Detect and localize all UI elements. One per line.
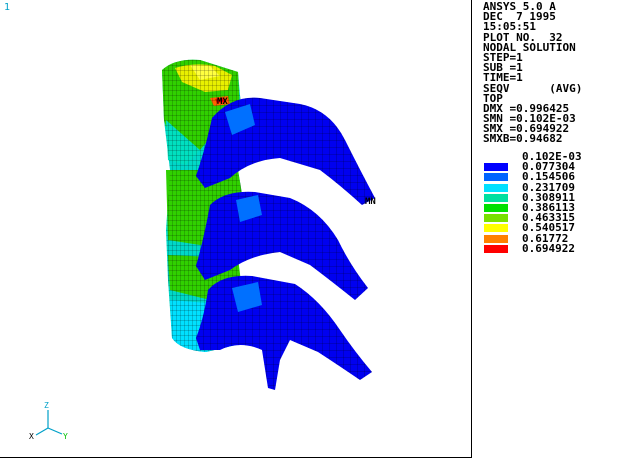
legend-swatch	[484, 244, 508, 253]
coordinate-triad: Z X Y	[29, 401, 68, 441]
legend-swatch	[484, 163, 508, 172]
legend-swatch	[484, 214, 508, 223]
legend-swatch	[484, 183, 508, 192]
legend-swatch	[484, 203, 508, 212]
plot-info-panel: ANSYS 5.0 A DEC 7 1995 15:05:51 PLOT NO.…	[483, 1, 637, 146]
min-marker: MN	[365, 197, 376, 207]
info-line: SEQV (AVG)	[483, 81, 583, 95]
lower-spinous-process	[196, 275, 372, 390]
spine-model-plot: MX MN	[162, 59, 376, 390]
max-marker: MX	[217, 97, 228, 107]
legend-swatch	[484, 173, 508, 182]
triad-x-label: X	[29, 432, 34, 441]
triad-y-label: Y	[63, 432, 68, 441]
legend-swatch	[484, 234, 508, 243]
triad-z-label: Z	[44, 401, 49, 410]
legend-swatch	[484, 193, 508, 202]
info-line: SMXB=0.94682	[483, 132, 563, 146]
graphics-viewport[interactable]: 1 MX MN Z X Y	[0, 0, 472, 458]
legend-value: 0.694922	[522, 241, 575, 255]
legend-row: 0.694922	[483, 241, 637, 255]
contour-legend: 0.102E-03 0.077304 0.154506 0.231709 0.3…	[483, 151, 637, 255]
legend-swatch	[484, 224, 508, 233]
